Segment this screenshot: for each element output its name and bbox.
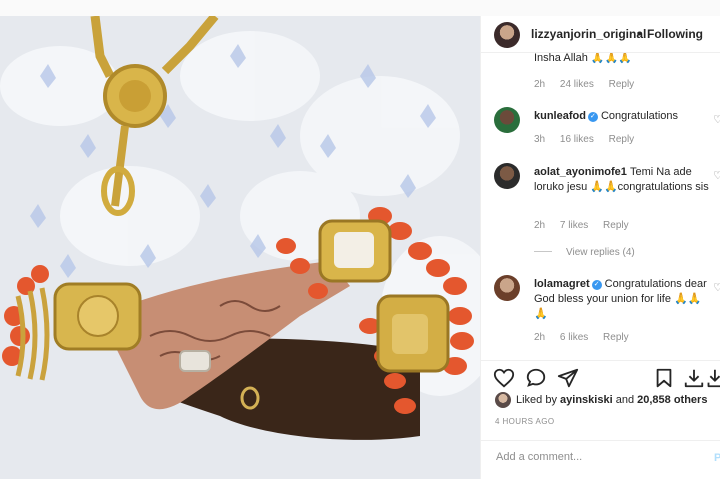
liked-by-prefix: Liked by [516,394,557,406]
comment-like-heart-icon[interactable]: ♡ [713,169,720,182]
comment-meta: 2h 6 likes Reply [534,332,641,343]
comment-icon[interactable] [525,367,547,389]
author-username[interactable]: lizzyanjorin_original [531,27,646,41]
comment-body: kunleafod ✓ Congratulations [534,109,710,124]
comment-time: 2h [534,332,546,343]
post-timestamp[interactable]: 4 HOURS AGO [495,417,555,426]
post-comment-button[interactable]: P [714,452,720,464]
author-avatar[interactable] [494,22,520,48]
post-image[interactable] [0,16,480,479]
comment-text: Congratulations [600,110,679,122]
comment-input[interactable] [494,450,698,464]
comment-body: aolat_ayonimofe1 Temi Na ade loruko jesu… [534,165,710,195]
liked-by-others[interactable]: 20,858 others [637,394,707,406]
header-separator: • [637,26,642,41]
heart-icon[interactable] [493,367,515,389]
add-comment-bar: P [481,440,720,480]
comment-like-heart-icon[interactable]: ♡ [713,113,720,126]
comment-reply-button[interactable]: Reply [609,134,635,145]
wedding-hands-illustration [0,16,480,479]
comment-meta: 2h 24 likes Reply [534,79,646,90]
post-actions-bar [481,360,720,391]
post-side-panel: lizzyanjorin_original • Following Insha … [480,16,720,479]
verified-badge-icon: ✓ [587,112,598,122]
comment-meta: 2h 7 likes Reply [534,220,641,231]
comment-reply-button[interactable]: Reply [609,79,635,90]
browser-top-strip [0,0,720,16]
commenter-username[interactable]: lolamagret [534,278,590,290]
view-replies-button[interactable]: View replies (4) [534,247,635,258]
follow-status-button[interactable]: Following [647,27,703,41]
comment-like-heart-icon[interactable]: ♡ [713,281,720,294]
download-icon-secondary[interactable] [707,367,720,389]
comment-body: lolamagret ✓ Congratulations dear God bles… [534,277,710,322]
verified-badge-icon: ✓ [591,280,602,290]
view-replies-label: View replies (4) [566,247,635,258]
liked-by-row: Liked by ayinskiski and 20,858 others [495,392,707,408]
commenter-username[interactable]: aolat_ayonimofe1 [534,166,627,178]
post-header: lizzyanjorin_original • Following [481,16,720,53]
comment-time: 3h [534,134,546,145]
comment-reply-button[interactable]: Reply [603,332,629,343]
comment-meta: 3h 16 likes Reply [534,134,646,145]
comment-likes[interactable]: 7 likes [560,220,588,231]
share-icon[interactable] [557,367,579,389]
liked-by-user[interactable]: ayinskiski [560,394,613,406]
replies-divider [534,251,552,252]
bookmark-icon[interactable] [653,367,675,389]
comment-time: 2h [534,79,546,90]
download-icon[interactable] [683,367,705,389]
commenter-username[interactable]: kunleafod [534,110,586,122]
liked-by-joiner: and [615,394,635,406]
commenter-avatar[interactable] [494,107,520,133]
comment-likes[interactable]: 24 likes [560,79,594,90]
commenter-avatar[interactable] [494,275,520,301]
comment-time: 2h [534,220,546,231]
liker-avatar[interactable] [495,392,511,408]
comments-list[interactable]: Insha Allah 🙏🙏🙏 2h 24 likes Reply kunlea… [481,53,720,363]
comment-reply-button[interactable]: Reply [603,220,629,231]
comment-likes[interactable]: 16 likes [560,134,594,145]
comment-likes[interactable]: 6 likes [560,332,588,343]
comment-text: Insha Allah 🙏🙏🙏 [534,53,632,64]
commenter-avatar[interactable] [494,163,520,189]
